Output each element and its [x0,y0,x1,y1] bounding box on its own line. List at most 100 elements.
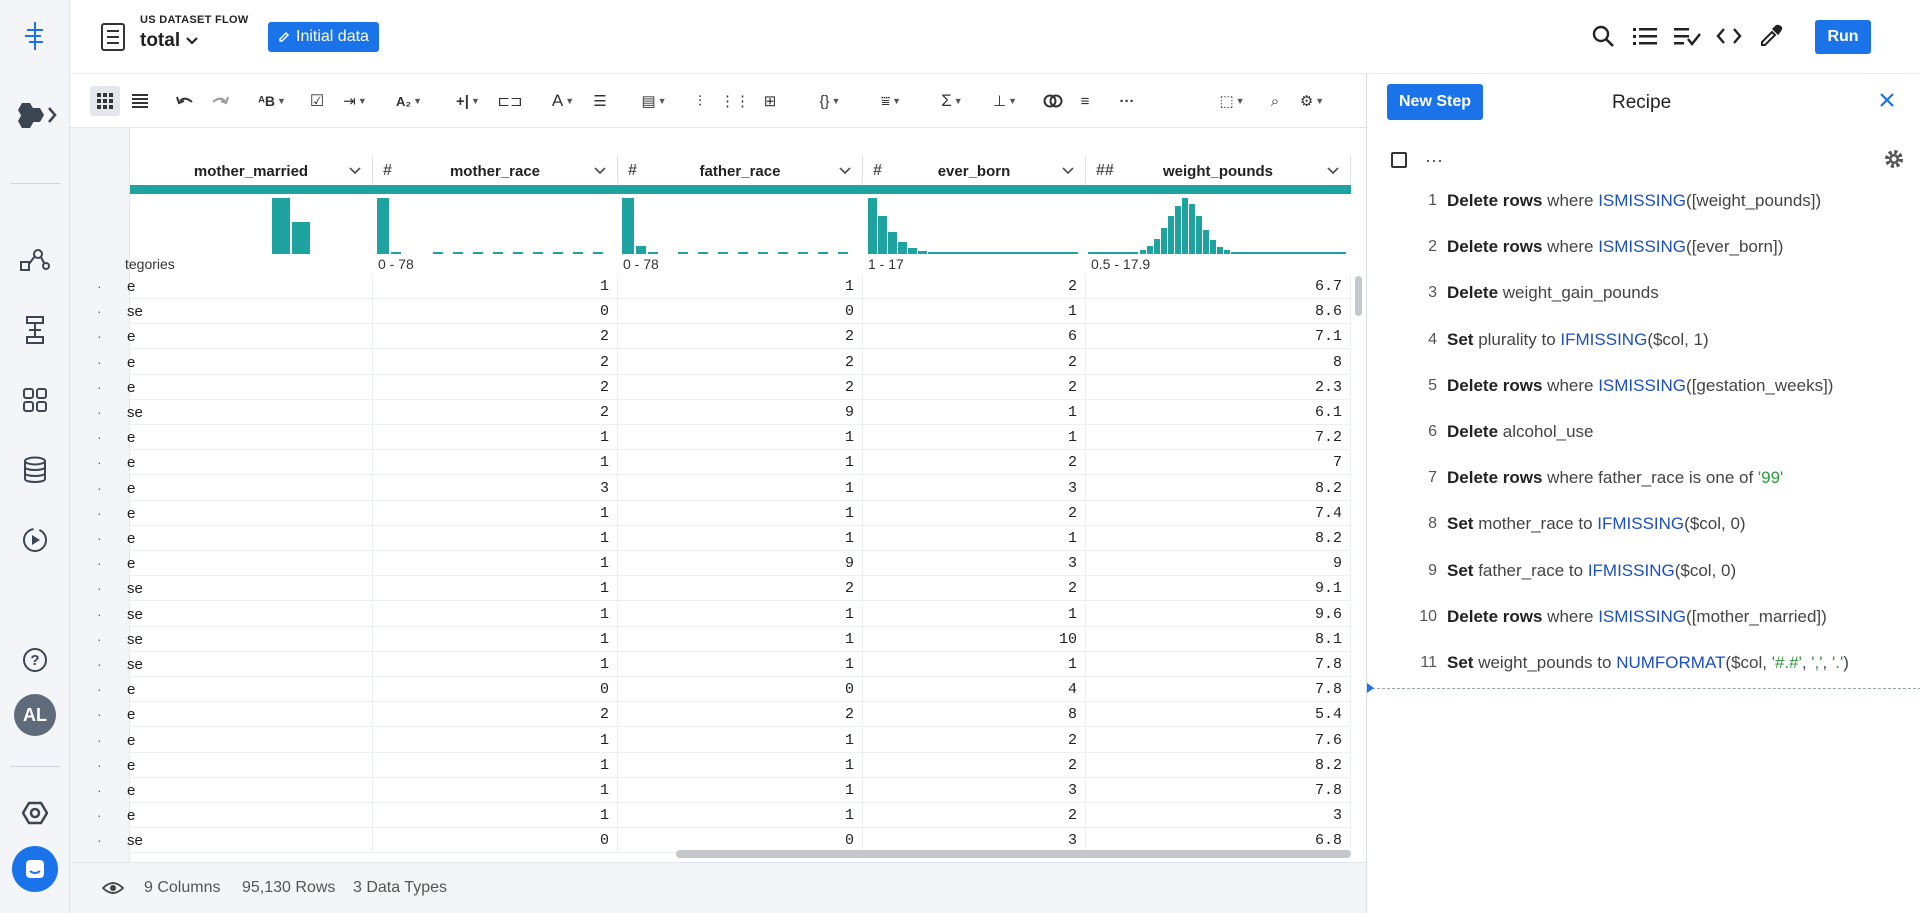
numeric-type-icon[interactable]: # [873,162,882,180]
mother-race-histogram[interactable] [373,194,618,254]
close-icon[interactable] [1878,89,1896,115]
column-count[interactable]: 9 Columns [144,879,220,897]
chevron-down-icon[interactable] [593,163,607,177]
merge-columns-icon[interactable]: ⊏⊐ [495,86,525,116]
table-cell[interactable]: 1 [863,601,1086,627]
selection-icon[interactable]: ⬚ ▼ [1212,86,1252,116]
recipe-step[interactable]: 9 Set father_race to IFMISSING ($col, 0) [1367,556,1920,586]
table-cell[interactable]: se [125,652,373,677]
list-view-icon[interactable] [1629,20,1661,52]
table-cell[interactable]: 6.1 [1086,400,1351,425]
table-cell[interactable]: 2 [373,400,618,425]
table-cell[interactable]: 2 [863,576,1086,602]
more-options-icon[interactable]: ··· [1425,150,1443,171]
row-marker[interactable]: · [97,656,102,672]
change-type-icon[interactable]: ᴬB ▼ [252,86,292,116]
row-marker[interactable]: · [97,328,102,344]
table-cell[interactable]: 1 [373,500,618,526]
row-marker[interactable]: · [97,732,102,748]
table-cell[interactable]: e [125,702,373,728]
table-cell[interactable]: 0 [373,828,618,854]
table-cell[interactable]: e [125,727,373,753]
flow-icon[interactable] [15,240,55,280]
table-cell[interactable]: 1 [863,652,1086,677]
table-cell[interactable]: 1 [373,601,618,627]
dataset-name-dropdown[interactable]: total [140,30,199,52]
filter-icon[interactable]: ⩸ ▼ [870,86,912,116]
hexagon-expand-icon[interactable] [12,95,62,135]
table-cell[interactable]: 8.2 [1086,475,1351,501]
table-cell[interactable]: 2 [373,702,618,728]
column-header[interactable]: mother_married [130,156,373,186]
row-marker[interactable]: · [97,303,102,319]
table-cell[interactable]: 1 [373,551,618,577]
table-cell[interactable]: se [125,576,373,602]
table-cell[interactable]: se [125,626,373,652]
move-column-icon[interactable]: ⇥ ▼ [336,86,374,116]
table-cell[interactable]: se [125,299,373,325]
row-marker[interactable]: · [97,530,102,546]
table-cell[interactable]: 1 [373,778,618,803]
recipe-step[interactable]: 8 Set mother_race to IFMISSING ($col, 0) [1367,509,1920,539]
table-cell[interactable]: 7.6 [1086,727,1351,753]
row-marker[interactable]: · [97,606,102,622]
table-cell[interactable]: 8.6 [1086,299,1351,325]
table-cell[interactable]: 1 [618,450,863,476]
table-cell[interactable]: 9 [1086,551,1351,577]
table-cell[interactable]: 2 [618,702,863,728]
table-cell[interactable]: e [125,500,373,526]
join-icon[interactable] [1038,86,1068,116]
table-cell[interactable]: 1 [618,274,863,299]
table-cell[interactable]: 2 [373,349,618,375]
table-cell[interactable]: 1 [373,752,618,778]
table-cell[interactable]: e [125,349,373,375]
table-cell[interactable]: 1 [863,299,1086,325]
rename-icon[interactable]: A₂ ▼ [388,86,430,116]
table-cell[interactable]: 1 [618,601,863,627]
library-grid-icon[interactable] [15,380,55,420]
filter-columns-icon[interactable]: ⋮⋮ [720,86,750,116]
table-cell[interactable]: 8 [1086,349,1351,375]
initial-data-button[interactable]: Initial data [268,22,379,52]
code-icon[interactable] [1713,20,1745,52]
table-cell[interactable]: e [125,425,373,451]
table-cell[interactable]: 7.8 [1086,652,1351,677]
table-cell[interactable]: 7 [1086,450,1351,476]
table-cell[interactable]: 2 [618,349,863,375]
row-marker[interactable]: · [97,480,102,496]
table-cell[interactable]: 8.2 [1086,526,1351,551]
category-histogram[interactable] [130,194,373,254]
recipe-step[interactable]: 2 Delete rows where ISMISSING ([ever_born]… [1367,232,1920,262]
table-cell[interactable]: 7.8 [1086,778,1351,803]
table-cell[interactable]: 1 [618,803,863,829]
table-cell[interactable]: 2 [373,324,618,350]
table-cell[interactable]: 1 [373,425,618,451]
new-step-button[interactable]: New Step [1387,84,1484,120]
split-icon[interactable]: +| ▼ [450,86,486,116]
row-marker[interactable]: · [97,631,102,647]
search-column-icon[interactable]: ⌕ [1260,86,1290,116]
union-icon[interactable]: ≡ [1070,86,1100,116]
row-marker[interactable]: · [97,354,102,370]
recipe-step[interactable]: 5 Delete rows where ISMISSING ([gestation_… [1367,371,1920,401]
chat-button[interactable] [12,846,58,892]
settings-sliders-icon[interactable]: ⚙ ▼ [1292,86,1332,116]
table-cell[interactable]: 1 [373,576,618,602]
flow-name-label[interactable]: US DATASET FLOW [140,14,249,26]
table-cell[interactable]: 1 [618,727,863,753]
table-cell[interactable]: 2 [863,803,1086,829]
table-cell[interactable]: e [125,526,373,551]
table-cell[interactable]: 1 [373,450,618,476]
redo-icon[interactable] [205,86,235,116]
horizontal-scrollbar[interactable] [676,850,1351,858]
cloud-hexagon-icon[interactable] [15,793,55,833]
table-cell[interactable]: e [125,450,373,476]
eyedropper-icon[interactable] [1755,20,1787,52]
table-cell[interactable]: 3 [863,778,1086,803]
pivot-icon[interactable]: ⊥ ▼ [985,86,1025,116]
table-cell[interactable]: 8.1 [1086,626,1351,652]
table-cell[interactable]: 2 [863,727,1086,753]
filter-rows-icon[interactable]: ⫶ [685,86,715,116]
table-cell[interactable]: 1 [863,526,1086,551]
row-count[interactable]: 95,130 Rows [242,879,335,897]
